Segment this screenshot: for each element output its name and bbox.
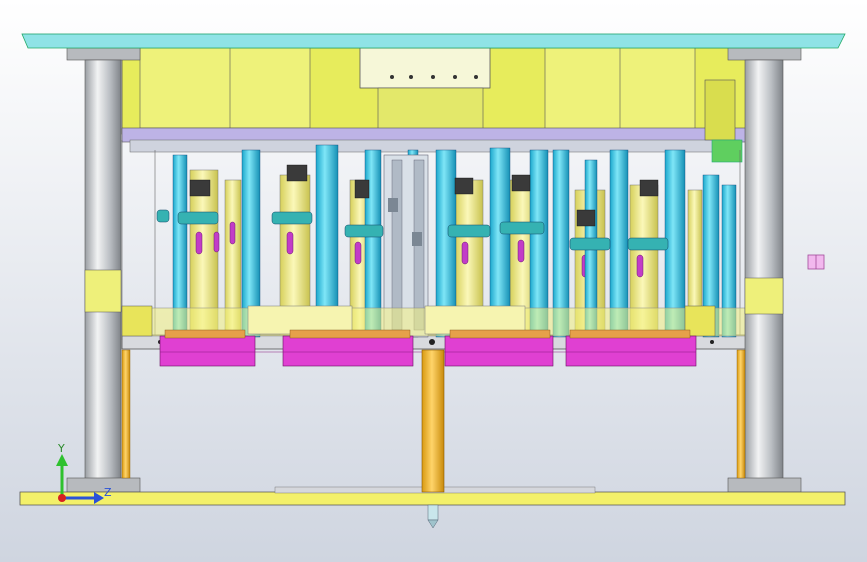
triad-z-label: Z (104, 486, 112, 499)
top-clamp-plate[interactable] (21, 33, 846, 49)
triad-y-label: Y (57, 442, 65, 455)
cad-viewport[interactable]: Y Z (0, 0, 867, 562)
upper-mold-body[interactable] (121, 47, 748, 163)
mold-assembly-view[interactable]: Y Z (0, 0, 867, 562)
x-axis-dot (58, 494, 66, 502)
selection-marker[interactable] (807, 254, 825, 270)
